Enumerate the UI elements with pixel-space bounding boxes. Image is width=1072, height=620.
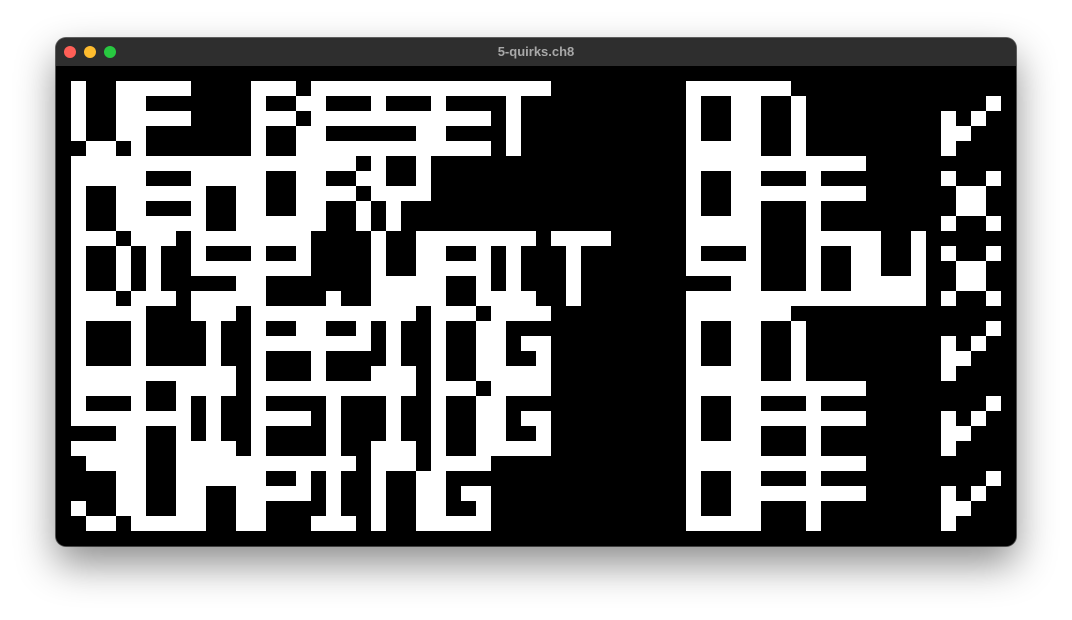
- quirk-name-pixels: [71, 231, 611, 306]
- emulator-window: 5-quirks.ch8 VF RESET ON check-iconMEMOR…: [56, 38, 1016, 546]
- quirk-name-pixels: [71, 456, 491, 531]
- quirk-value-pixels: [686, 231, 926, 306]
- check-icon: [941, 471, 1001, 531]
- quirk-value-pixels: [686, 381, 866, 456]
- quirk-name-pixels: [71, 306, 551, 381]
- quirk-name-pixels: [71, 156, 431, 231]
- pixel-canvas: [71, 81, 1001, 531]
- cross-icon: [941, 246, 1001, 306]
- quirk-name-pixels: [71, 381, 551, 456]
- check-icon: [941, 396, 1001, 456]
- window-title: 5-quirks.ch8: [497, 44, 575, 59]
- quirk-value-pixels: [686, 306, 806, 381]
- quirk-value-pixels: [686, 156, 866, 231]
- quirk-value-pixels: [686, 81, 806, 156]
- chip8-display: VF RESET ON check-iconMEMORY OFF cross-i…: [56, 66, 1016, 546]
- check-icon: [941, 321, 1001, 381]
- title-bar[interactable]: 5-quirks.ch8: [56, 38, 1016, 67]
- cross-icon: [941, 171, 1001, 231]
- quirk-name-pixels: [71, 81, 551, 156]
- check-icon: [941, 96, 1001, 156]
- quirk-value-pixels: [686, 456, 866, 531]
